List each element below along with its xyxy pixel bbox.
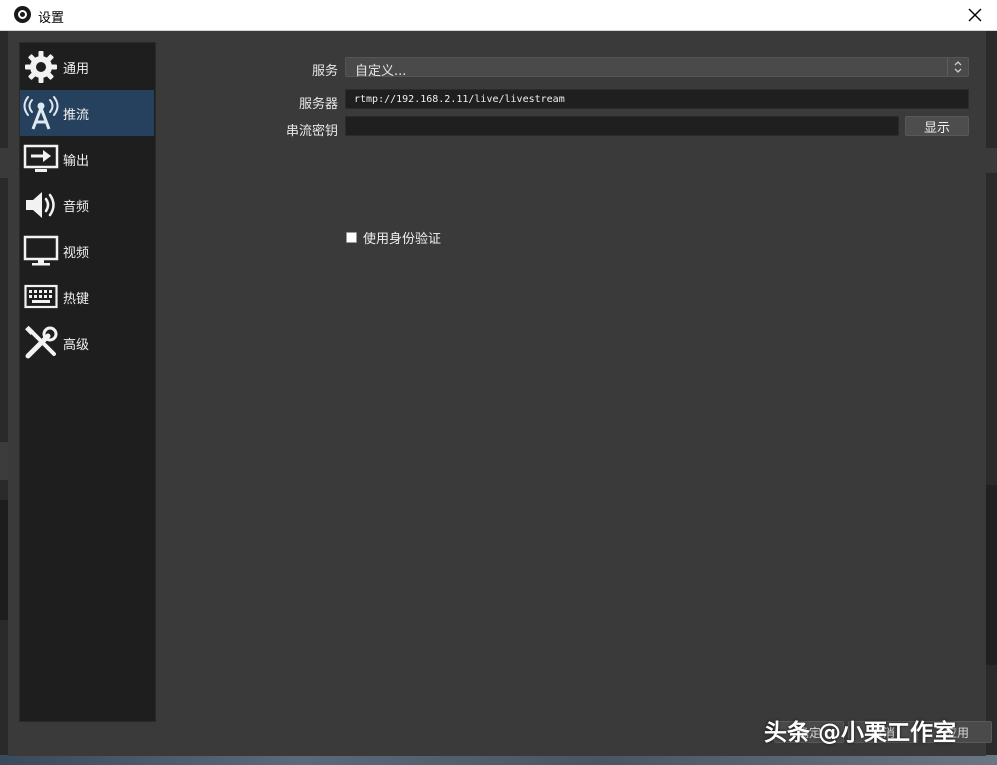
stream-key-label: 串流密钥 xyxy=(285,124,338,139)
background-window-left-edge xyxy=(0,30,8,765)
sidebar-item-general[interactable]: 通用 xyxy=(20,44,154,90)
settings-dialog: 通用 推流 输出 音频 视频 热键 高级 服务 自定义... 服务器 rtmp:… xyxy=(8,31,992,756)
sidebar-item-output[interactable]: 输出 xyxy=(20,136,154,182)
monitor-icon xyxy=(23,233,59,269)
title-bar: 设置 xyxy=(0,0,997,31)
background-window-bottom-edge xyxy=(0,755,997,765)
use-authentication-checkbox[interactable] xyxy=(346,232,357,243)
watermark: 头条 @小栗工作室 xyxy=(764,710,956,750)
output-icon xyxy=(23,141,59,177)
speaker-icon xyxy=(23,187,59,223)
sidebar-item-label: 通用 xyxy=(63,61,90,77)
stream-key-input[interactable] xyxy=(345,116,899,136)
sidebar-item-label: 热键 xyxy=(63,291,90,307)
server-input[interactable]: rtmp://192.168.2.11/live/livestream xyxy=(345,89,969,109)
sidebar-item-label: 音频 xyxy=(63,199,90,215)
window-title: 设置 xyxy=(38,10,65,25)
sidebar-item-hotkeys[interactable]: 热键 xyxy=(20,274,154,320)
use-authentication-label: 使用身份验证 xyxy=(363,232,442,247)
close-icon xyxy=(968,8,982,22)
sidebar-item-video[interactable]: 视频 xyxy=(20,228,154,274)
service-select-value: 自定义... xyxy=(355,64,407,79)
server-label: 服务器 xyxy=(298,97,338,112)
chevron-updown-icon xyxy=(947,58,968,76)
obs-logo-icon xyxy=(14,6,31,23)
close-button[interactable] xyxy=(963,4,987,26)
service-label: 服务 xyxy=(311,64,338,79)
sidebar-item-label: 高级 xyxy=(63,337,90,353)
watermark-text: 头条 @小栗工作室 xyxy=(764,720,957,746)
use-authentication-row[interactable]: 使用身份验证 xyxy=(346,228,441,247)
keyboard-icon xyxy=(23,279,59,315)
settings-sidebar: 通用 推流 输出 音频 视频 热键 高级 xyxy=(19,42,156,722)
antenna-icon xyxy=(23,95,59,131)
sidebar-item-label: 推流 xyxy=(63,107,90,123)
background-window-right-edge xyxy=(986,30,997,765)
gear-icon xyxy=(23,49,59,85)
sidebar-item-label: 视频 xyxy=(63,245,90,261)
service-select[interactable]: 自定义... xyxy=(345,57,969,79)
sidebar-item-label: 输出 xyxy=(63,153,90,169)
sidebar-item-audio[interactable]: 音频 xyxy=(20,182,154,228)
show-key-button[interactable]: 显示 xyxy=(905,116,969,136)
sidebar-item-stream[interactable]: 推流 xyxy=(20,90,154,136)
tools-icon xyxy=(23,325,59,361)
sidebar-item-advanced[interactable]: 高级 xyxy=(20,320,154,366)
